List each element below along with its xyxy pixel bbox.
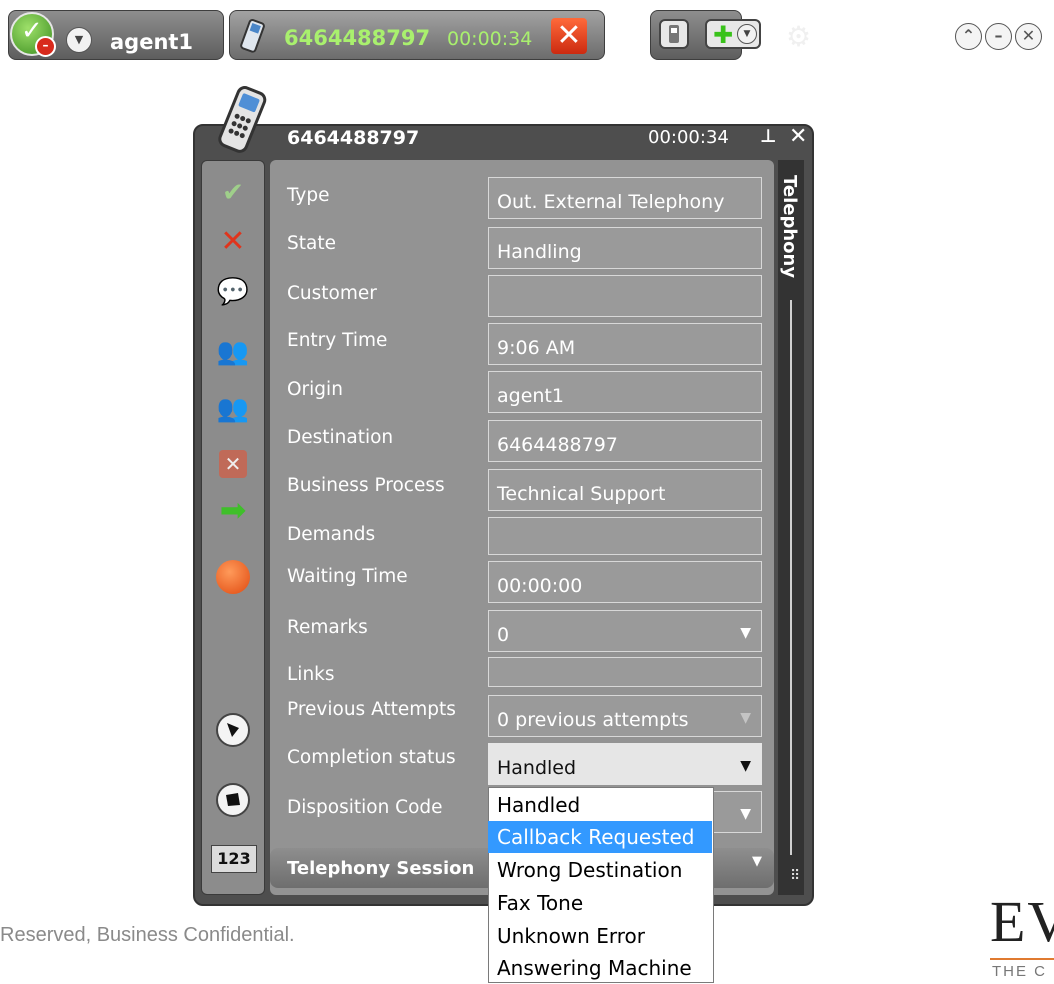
destination-field[interactable]: 6464488797: [488, 420, 762, 462]
telephony-tab-label[interactable]: Telephony: [779, 175, 800, 278]
panel-title-number: 6464488797: [287, 127, 420, 149]
customer-field[interactable]: [488, 275, 762, 317]
hangup-x-icon[interactable]: ✕: [551, 18, 587, 54]
add-icon: ✚: [713, 21, 734, 49]
state-field[interactable]: Handling: [488, 227, 762, 269]
remove-participant-icon[interactable]: 👥: [213, 389, 253, 429]
chevron-down-icon: ▼: [740, 758, 751, 774]
option-unknown-error[interactable]: Unknown Error: [488, 920, 712, 952]
minimize-icon[interactable]: –: [985, 23, 1012, 50]
logo-rule: [990, 958, 1054, 960]
waiting-time-field[interactable]: 00:00:00: [488, 561, 762, 603]
disposition-code-label: Disposition Code: [287, 797, 443, 818]
status-dropdown-icon[interactable]: ▼: [66, 27, 92, 53]
add-button[interactable]: ✚ ▼: [705, 19, 761, 49]
top-toolbar: ✓ – ▼ agent1 6464488797 00:00:34 ✕ ✚ ▼ ⚙ …: [0, 4, 1054, 74]
links-label: Links: [287, 664, 335, 685]
transfer-arrow-icon[interactable]: ➡: [213, 490, 253, 530]
consult-bubbles-icon[interactable]: 💬: [213, 272, 253, 312]
state-label: State: [287, 233, 336, 254]
navigate-down-icon[interactable]: [216, 783, 250, 817]
call-number[interactable]: 6464488797: [284, 26, 430, 50]
chevron-down-icon: ▼: [740, 625, 751, 641]
agent-name[interactable]: agent1: [110, 30, 193, 54]
destination-label: Destination: [287, 427, 394, 448]
pin-icon[interactable]: ⊥: [760, 126, 776, 147]
remarks-select[interactable]: 0 ▼: [488, 610, 762, 652]
completion-status-select[interactable]: Handled ▼: [488, 743, 762, 785]
remarks-label: Remarks: [287, 617, 368, 638]
add-participant-icon[interactable]: 👥: [213, 332, 253, 372]
type-label: Type: [287, 185, 330, 206]
panel-title-timer: 00:00:34: [648, 127, 729, 148]
waiting-time-label: Waiting Time: [287, 566, 408, 587]
reject-x-icon[interactable]: ✕: [213, 222, 253, 262]
option-callback-requested[interactable]: Callback Requested: [488, 821, 712, 853]
panel-close-icon[interactable]: ✕: [789, 124, 807, 149]
accept-check-icon[interactable]: ✔: [213, 173, 253, 213]
chevron-down-icon[interactable]: ▼: [752, 854, 762, 869]
links-field[interactable]: [488, 657, 762, 687]
option-fax-tone[interactable]: Fax Tone: [488, 887, 712, 919]
panel-phone-icon: [218, 86, 267, 153]
logo-tagline: THE C: [992, 963, 1047, 980]
navigate-up-icon[interactable]: [216, 713, 250, 747]
confidential-footer: Reserved, Business Confidential.: [0, 924, 295, 946]
origin-label: Origin: [287, 379, 343, 400]
record-icon[interactable]: [213, 556, 253, 596]
tab-divider: [790, 300, 792, 855]
chevron-down-icon: ▼: [740, 806, 751, 822]
mobile-phone-icon: [240, 19, 265, 53]
business-process-field[interactable]: Technical Support: [488, 469, 762, 511]
type-field[interactable]: Out. External Telephony: [488, 177, 762, 219]
collapse-icon[interactable]: ⌃: [955, 23, 982, 50]
call-timer: 00:00:34: [447, 28, 533, 50]
option-answering-machine[interactable]: Answering Machine: [488, 952, 712, 984]
entry-time-field[interactable]: 9:06 AM: [488, 323, 762, 365]
close-icon[interactable]: ✕: [1015, 23, 1042, 50]
previous-attempts-select[interactable]: 0 previous attempts ▼: [488, 695, 762, 737]
demands-label: Demands: [287, 524, 376, 545]
add-dropdown-icon[interactable]: ▼: [737, 24, 757, 44]
phone-dial-icon[interactable]: [659, 19, 689, 49]
clock: 9:07 AM: [823, 26, 910, 50]
completion-status-label: Completion status: [287, 747, 456, 768]
end-conference-icon[interactable]: ✕: [213, 443, 253, 483]
business-process-label: Business Process: [287, 475, 445, 496]
option-handled[interactable]: Handled: [488, 789, 712, 821]
telephony-session-label[interactable]: Telephony Session: [287, 858, 474, 879]
entry-time-label: Entry Time: [287, 330, 388, 351]
company-logo: EV: [990, 889, 1054, 954]
resize-grip-icon[interactable]: ⠿: [790, 868, 800, 884]
demands-field[interactable]: [488, 517, 762, 555]
customer-label: Customer: [287, 283, 377, 304]
option-wrong-destination[interactable]: Wrong Destination: [488, 854, 712, 886]
status-ok-icon[interactable]: ✓ –: [10, 12, 56, 57]
gear-icon[interactable]: ⚙: [786, 22, 816, 52]
keypad-button[interactable]: 123: [211, 845, 257, 873]
origin-field[interactable]: agent1: [488, 371, 762, 413]
chevron-down-icon: ▼: [740, 710, 751, 726]
previous-attempts-label: Previous Attempts: [287, 699, 456, 720]
